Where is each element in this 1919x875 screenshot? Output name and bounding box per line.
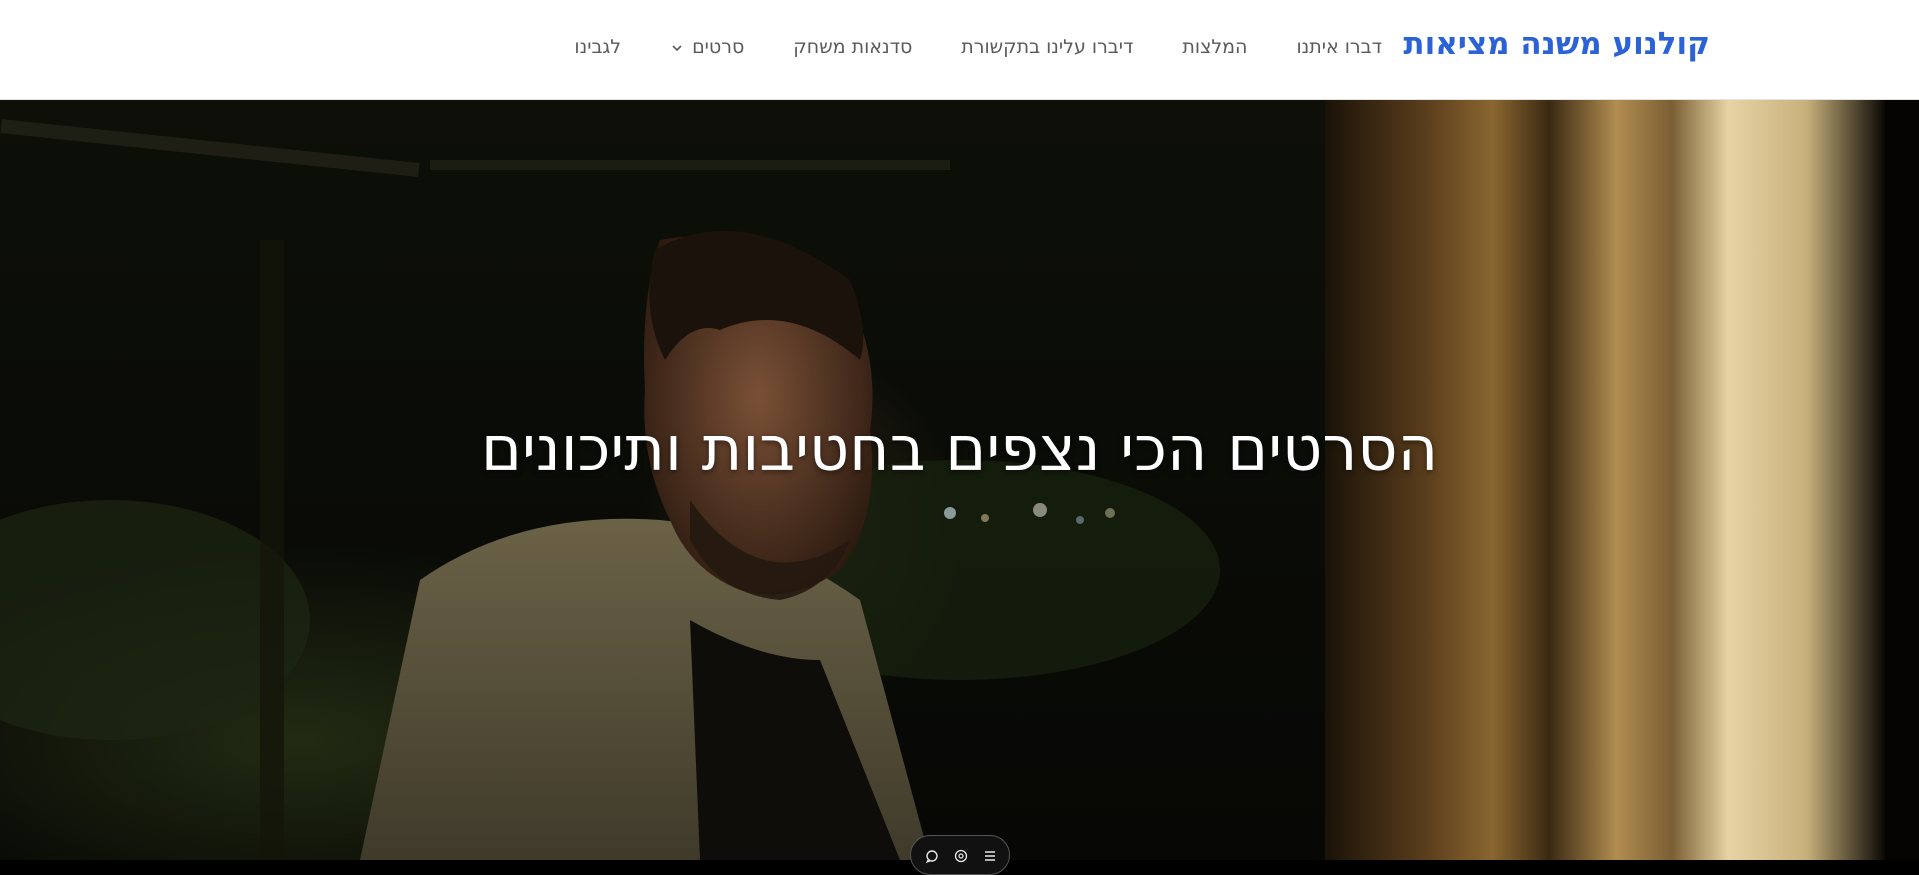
hero-section: הסרטים הכי נצפים בחטיבות ותיכונים xyxy=(0,100,1919,860)
nav-item-press[interactable]: דיברו עלינו בתקשורת xyxy=(961,38,1133,57)
accessibility-widget[interactable] xyxy=(910,835,1010,875)
hero-title: הסרטים הכי נצפים בחטיבות ותיכונים xyxy=(480,412,1439,485)
nav-item-films-label: סרטים xyxy=(692,36,745,58)
main-nav: לגבינו סרטים סדנאות משחק דיברו עלינו בתק… xyxy=(574,38,1382,57)
nav-item-testimonials[interactable]: המלצות xyxy=(1182,38,1247,57)
accessibility-icon[interactable] xyxy=(954,849,968,863)
nav-item-about[interactable]: לגבינו xyxy=(574,38,621,57)
chat-icon[interactable] xyxy=(925,849,939,863)
nav-item-films[interactable]: סרטים xyxy=(670,38,744,57)
nav-item-contact[interactable]: דברו איתנו xyxy=(1296,38,1382,57)
menu-icon[interactable] xyxy=(983,849,997,863)
chevron-down-icon[interactable] xyxy=(670,41,684,55)
nav-item-acting-workshops[interactable]: סדנאות משחק xyxy=(793,38,912,57)
site-header: קולנוע משנה מציאות לגבינו סרטים סדנאות מ… xyxy=(0,0,1919,100)
site-logo[interactable]: קולנוע משנה מציאות xyxy=(1403,29,1710,60)
